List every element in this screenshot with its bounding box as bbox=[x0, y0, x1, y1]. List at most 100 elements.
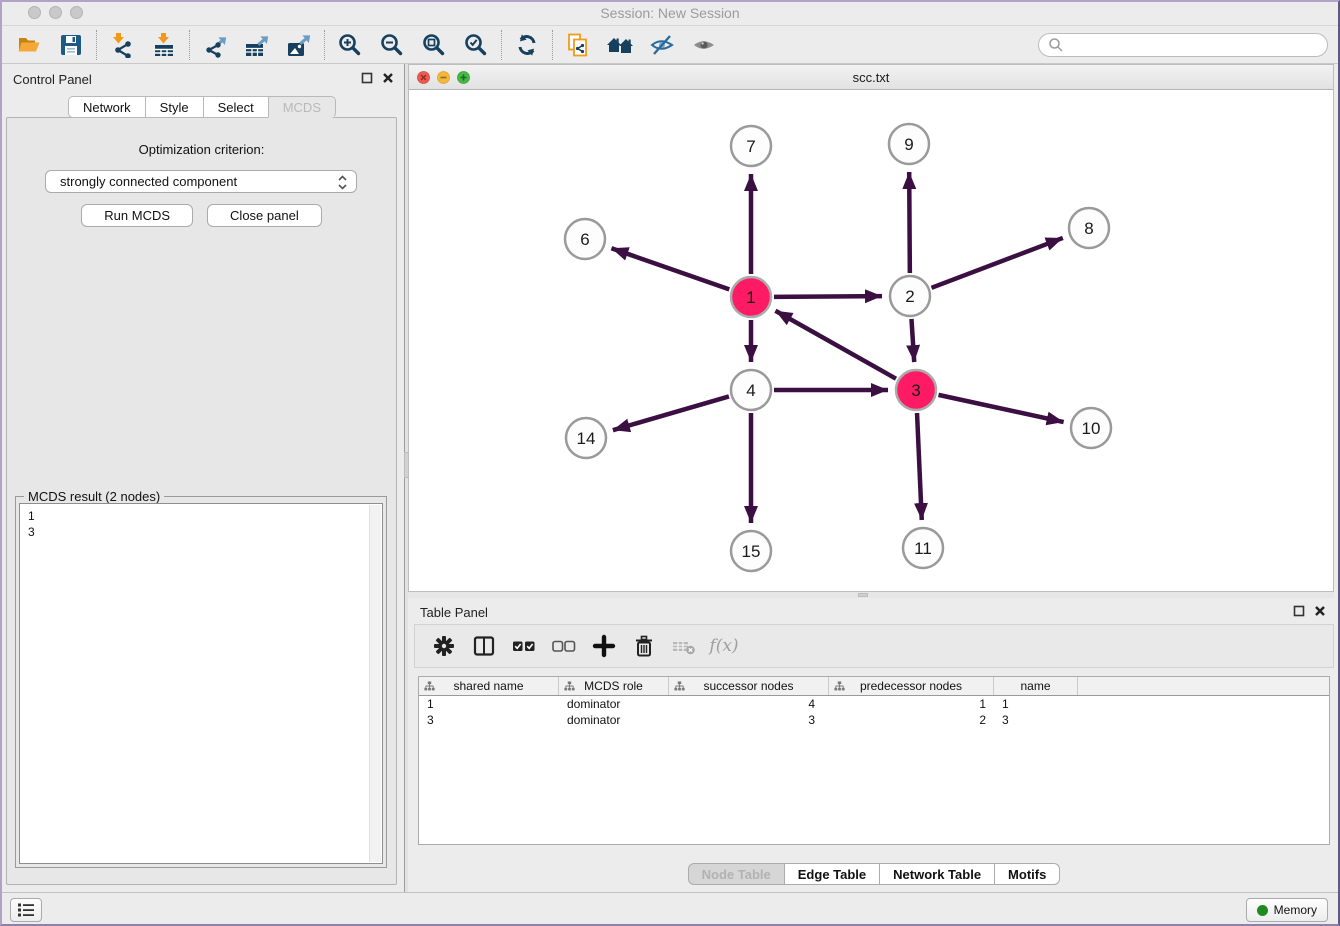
graph-node-label: 7 bbox=[746, 137, 755, 156]
graph-node-15[interactable]: 15 bbox=[731, 531, 771, 571]
column-header-mcds-role[interactable]: MCDS role bbox=[559, 677, 669, 695]
tab-select[interactable]: Select bbox=[203, 96, 268, 118]
show-columns-button[interactable] bbox=[467, 630, 501, 662]
mcds-result-item[interactable]: 3 bbox=[28, 524, 382, 540]
network-region: scc.txt 7968124314101511 Table Panel bbox=[408, 64, 1340, 892]
tab-motifs[interactable]: Motifs bbox=[994, 863, 1060, 885]
graph-edge-2-9[interactable] bbox=[909, 172, 910, 273]
splitter-grip[interactable] bbox=[858, 593, 868, 597]
tab-network[interactable]: Network bbox=[68, 96, 145, 118]
node-table[interactable]: shared name MCDS role successor nodes pr… bbox=[418, 676, 1330, 845]
column-label: successor nodes bbox=[703, 679, 793, 693]
tab-network-table[interactable]: Network Table bbox=[879, 863, 994, 885]
graph-node-3[interactable]: 3 bbox=[896, 370, 936, 410]
close-panel-button[interactable]: Close panel bbox=[207, 204, 322, 227]
table-panel: Table Panel bbox=[408, 598, 1340, 892]
cell-name[interactable]: 3 bbox=[994, 712, 1078, 728]
table-row[interactable]: 3 dominator 3 2 3 bbox=[419, 712, 1329, 728]
tab-mcds[interactable]: MCDS bbox=[268, 96, 336, 118]
run-mcds-button[interactable]: Run MCDS bbox=[81, 204, 193, 227]
graph-node-label: 4 bbox=[746, 381, 755, 400]
zoom-in-button[interactable] bbox=[329, 29, 371, 61]
criterion-select[interactable]: strongly connected component bbox=[45, 170, 357, 193]
network-snapshot-button[interactable] bbox=[557, 29, 599, 61]
cell-successor-nodes[interactable]: 3 bbox=[669, 712, 829, 728]
mcds-result-list[interactable]: 1 3 bbox=[19, 503, 383, 864]
cell-mcds-role[interactable]: dominator bbox=[559, 696, 669, 712]
column-header-name[interactable]: name bbox=[994, 677, 1078, 695]
task-history-button[interactable] bbox=[10, 898, 42, 922]
copy-network-icon bbox=[565, 32, 591, 58]
graph-edge-1-2[interactable] bbox=[774, 296, 882, 297]
cell-successor-nodes[interactable]: 4 bbox=[669, 696, 829, 712]
graph-node-6[interactable]: 6 bbox=[565, 219, 605, 259]
table-options-button[interactable] bbox=[427, 630, 461, 662]
import-network-button[interactable] bbox=[101, 29, 143, 61]
hide-selected-button[interactable] bbox=[641, 29, 683, 61]
export-image-button[interactable] bbox=[278, 29, 320, 61]
toolbar-separator bbox=[96, 30, 97, 60]
graph-node-2[interactable]: 2 bbox=[890, 276, 930, 316]
mcds-result-item[interactable]: 1 bbox=[28, 508, 382, 524]
import-table-button[interactable] bbox=[143, 29, 185, 61]
cell-shared-name[interactable]: 1 bbox=[419, 696, 559, 712]
network-graph-canvas[interactable]: 7 9 6 8 1 2 4 3 14 10 15 11 bbox=[409, 90, 1333, 591]
create-column-button[interactable] bbox=[587, 630, 621, 662]
search-field[interactable] bbox=[1038, 33, 1328, 57]
graph-node-4[interactable]: 4 bbox=[731, 370, 771, 410]
export-table-button[interactable] bbox=[236, 29, 278, 61]
graph-node-11[interactable]: 11 bbox=[903, 528, 943, 568]
table-row[interactable]: 1 dominator 4 1 1 bbox=[419, 696, 1329, 712]
open-file-button[interactable] bbox=[8, 29, 50, 61]
eye-icon bbox=[690, 32, 718, 58]
show-all-button[interactable] bbox=[683, 29, 725, 61]
deselect-all-columns-button[interactable] bbox=[547, 630, 581, 662]
float-panel-icon[interactable] bbox=[361, 72, 373, 84]
cell-name[interactable]: 1 bbox=[994, 696, 1078, 712]
graph-node-label: 6 bbox=[580, 230, 589, 249]
memory-status-icon bbox=[1257, 905, 1268, 916]
cell-mcds-role[interactable]: dominator bbox=[559, 712, 669, 728]
graph-edge-4-14[interactable] bbox=[613, 396, 729, 430]
first-neighbors-button[interactable] bbox=[599, 29, 641, 61]
graph-node-14[interactable]: 14 bbox=[566, 418, 606, 458]
select-all-columns-button[interactable] bbox=[507, 630, 541, 662]
column-header-shared-name[interactable]: shared name bbox=[419, 677, 559, 695]
float-table-panel-icon[interactable] bbox=[1293, 605, 1305, 617]
cell-shared-name[interactable]: 3 bbox=[419, 712, 559, 728]
graph-edge-3-11[interactable] bbox=[917, 413, 922, 520]
result-scrollbar[interactable] bbox=[369, 505, 381, 862]
table-toolbar: f(x) bbox=[414, 624, 1334, 668]
zoom-out-button[interactable] bbox=[371, 29, 413, 61]
export-network-button[interactable] bbox=[194, 29, 236, 61]
graph-edge-3-1[interactable] bbox=[775, 311, 896, 379]
column-header-predecessor-nodes[interactable]: predecessor nodes bbox=[829, 677, 994, 695]
close-panel-icon[interactable] bbox=[382, 72, 394, 84]
delete-columns-button[interactable] bbox=[627, 630, 661, 662]
zoom-selected-button[interactable] bbox=[455, 29, 497, 61]
tab-edge-table[interactable]: Edge Table bbox=[784, 863, 879, 885]
zoom-fit-icon bbox=[421, 32, 447, 58]
graph-edge-2-8[interactable] bbox=[932, 238, 1063, 288]
memory-button[interactable]: Memory bbox=[1246, 898, 1328, 922]
save-session-button[interactable] bbox=[50, 29, 92, 61]
graph-node-10[interactable]: 10 bbox=[1071, 408, 1111, 448]
graph-edge-2-3[interactable] bbox=[911, 319, 914, 362]
graph-node-9[interactable]: 9 bbox=[889, 124, 929, 164]
graph-edge-3-10[interactable] bbox=[938, 395, 1063, 422]
graph-node-7[interactable]: 7 bbox=[731, 126, 771, 166]
zoom-fit-button[interactable] bbox=[413, 29, 455, 61]
tab-node-table[interactable]: Node Table bbox=[688, 863, 784, 885]
column-header-successor-nodes[interactable]: successor nodes bbox=[669, 677, 829, 695]
checked-boxes-icon bbox=[511, 634, 537, 658]
graph-node-8[interactable]: 8 bbox=[1069, 208, 1109, 248]
tab-style[interactable]: Style bbox=[145, 96, 203, 118]
plus-icon bbox=[592, 634, 616, 658]
graph-node-1[interactable]: 1 bbox=[731, 277, 771, 317]
mcds-result-box: MCDS result (2 nodes) 1 3 bbox=[15, 496, 387, 868]
apply-layout-button[interactable] bbox=[506, 29, 548, 61]
cell-predecessor-nodes[interactable]: 2 bbox=[829, 712, 994, 728]
close-table-panel-icon[interactable] bbox=[1314, 605, 1326, 617]
cell-predecessor-nodes[interactable]: 1 bbox=[829, 696, 994, 712]
graph-edge-1-6[interactable] bbox=[611, 248, 729, 289]
